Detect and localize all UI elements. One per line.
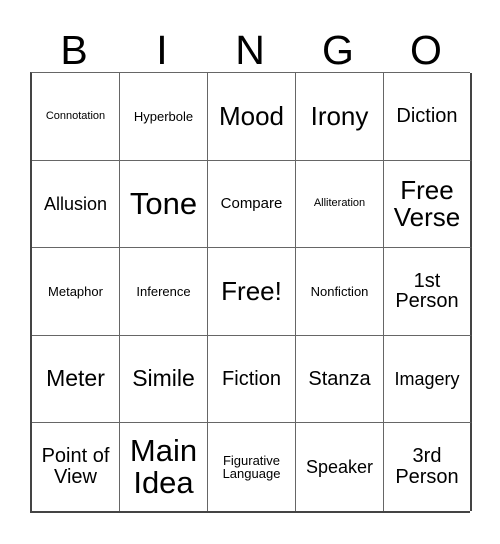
bingo-row: Meter Simile Fiction Stanza Imagery xyxy=(32,335,472,424)
bingo-cell[interactable]: Inference xyxy=(120,248,208,336)
bingo-cell-label: Figurative Language xyxy=(222,452,281,482)
bingo-cell-label: Free! xyxy=(221,275,282,306)
bingo-header-row: BINGO xyxy=(30,16,470,72)
bingo-cell-label: Imagery xyxy=(394,368,460,389)
bingo-cell-label: Point of View xyxy=(41,445,110,489)
bingo-cell[interactable]: Stanza xyxy=(296,335,384,424)
bingo-cell[interactable]: Tone xyxy=(120,160,208,249)
bingo-free-space-cell[interactable]: Free! xyxy=(208,248,296,336)
bingo-cell[interactable]: Connotation xyxy=(32,73,120,161)
bingo-cell-label: Alliteration xyxy=(313,197,366,210)
bingo-cell-label: Mood xyxy=(218,100,285,131)
bingo-cell[interactable]: Meter xyxy=(32,335,120,424)
bingo-cell[interactable]: Simile xyxy=(120,335,208,424)
bingo-cell-label: 1st Person xyxy=(395,269,459,313)
bingo-row: Point of View Main Idea Figurative Languag… xyxy=(32,423,472,513)
bingo-header-letter-1: B xyxy=(60,27,88,73)
bingo-cell-label: Simile xyxy=(132,365,195,392)
bingo-cell[interactable]: Point of View xyxy=(32,423,120,511)
bingo-cell[interactable]: Nonfiction xyxy=(296,248,384,336)
bingo-cell-label: Allusion xyxy=(43,193,108,214)
bingo-cell[interactable]: Irony xyxy=(296,73,384,161)
bingo-card: B I N G O Connotation Hyperbole Mood Irony Dicti… xyxy=(0,0,500,544)
bingo-cell-label: Main Idea xyxy=(129,432,198,501)
bingo-cell[interactable]: Fiction xyxy=(208,335,296,424)
bingo-cell-label: 3rd Person xyxy=(395,445,459,489)
bingo-grid: Connotation Hyperbole Mood Irony Diction Allu… xyxy=(30,72,472,513)
bingo-cell[interactable]: Allusion xyxy=(32,160,120,249)
bingo-cell-label: Tone xyxy=(129,185,198,221)
bingo-cell-label: Metaphor xyxy=(48,283,103,299)
bingo-cell[interactable]: Metaphor xyxy=(32,248,120,336)
bingo-cell[interactable]: Mood xyxy=(208,73,296,161)
bingo-row: Metaphor Inference Free! Nonfiction 1st Pers… xyxy=(32,248,472,336)
bingo-cell[interactable]: 1st Person xyxy=(384,248,472,336)
bingo-header-letter-3: N xyxy=(235,27,265,73)
bingo-cell-label: Connotation xyxy=(45,109,106,122)
bingo-cell[interactable]: Figurative Language xyxy=(208,423,296,511)
bingo-cell-label: Free Verse xyxy=(393,174,461,232)
bingo-cell-label: Fiction xyxy=(222,367,281,390)
bingo-cell-label: Irony xyxy=(310,100,369,131)
bingo-cell-label: Stanza xyxy=(308,367,371,390)
bingo-cell[interactable]: Hyperbole xyxy=(120,73,208,161)
bingo-cell[interactable]: Main Idea xyxy=(120,423,208,511)
bingo-cell[interactable]: Speaker xyxy=(296,423,384,511)
bingo-cell-label: Inference xyxy=(136,283,191,299)
bingo-cell-label: Meter xyxy=(46,365,105,392)
bingo-cell-label: Nonfiction xyxy=(310,283,369,299)
bingo-cell-label: Speaker xyxy=(305,456,374,477)
bingo-cell[interactable]: 3rd Person xyxy=(384,423,472,511)
bingo-cell[interactable]: Imagery xyxy=(384,335,472,424)
bingo-row: Connotation Hyperbole Mood Irony Diction xyxy=(32,73,472,161)
bingo-header-letter-2: I xyxy=(156,27,168,73)
bingo-cell[interactable]: Compare xyxy=(208,160,296,249)
bingo-cell[interactable]: Diction xyxy=(384,73,472,161)
bingo-row: Allusion Tone Compare Alliteration Free Vers… xyxy=(32,160,472,249)
bingo-header-letter-5: O xyxy=(410,27,442,73)
bingo-header-letter-4: G xyxy=(322,27,354,73)
bingo-cell[interactable]: Alliteration xyxy=(296,160,384,249)
bingo-cell[interactable]: Free Verse xyxy=(384,160,472,249)
bingo-cell-label: Hyperbole xyxy=(133,108,194,124)
bingo-cell-label: Compare xyxy=(220,195,283,213)
bingo-cell-label: Diction xyxy=(396,104,458,127)
